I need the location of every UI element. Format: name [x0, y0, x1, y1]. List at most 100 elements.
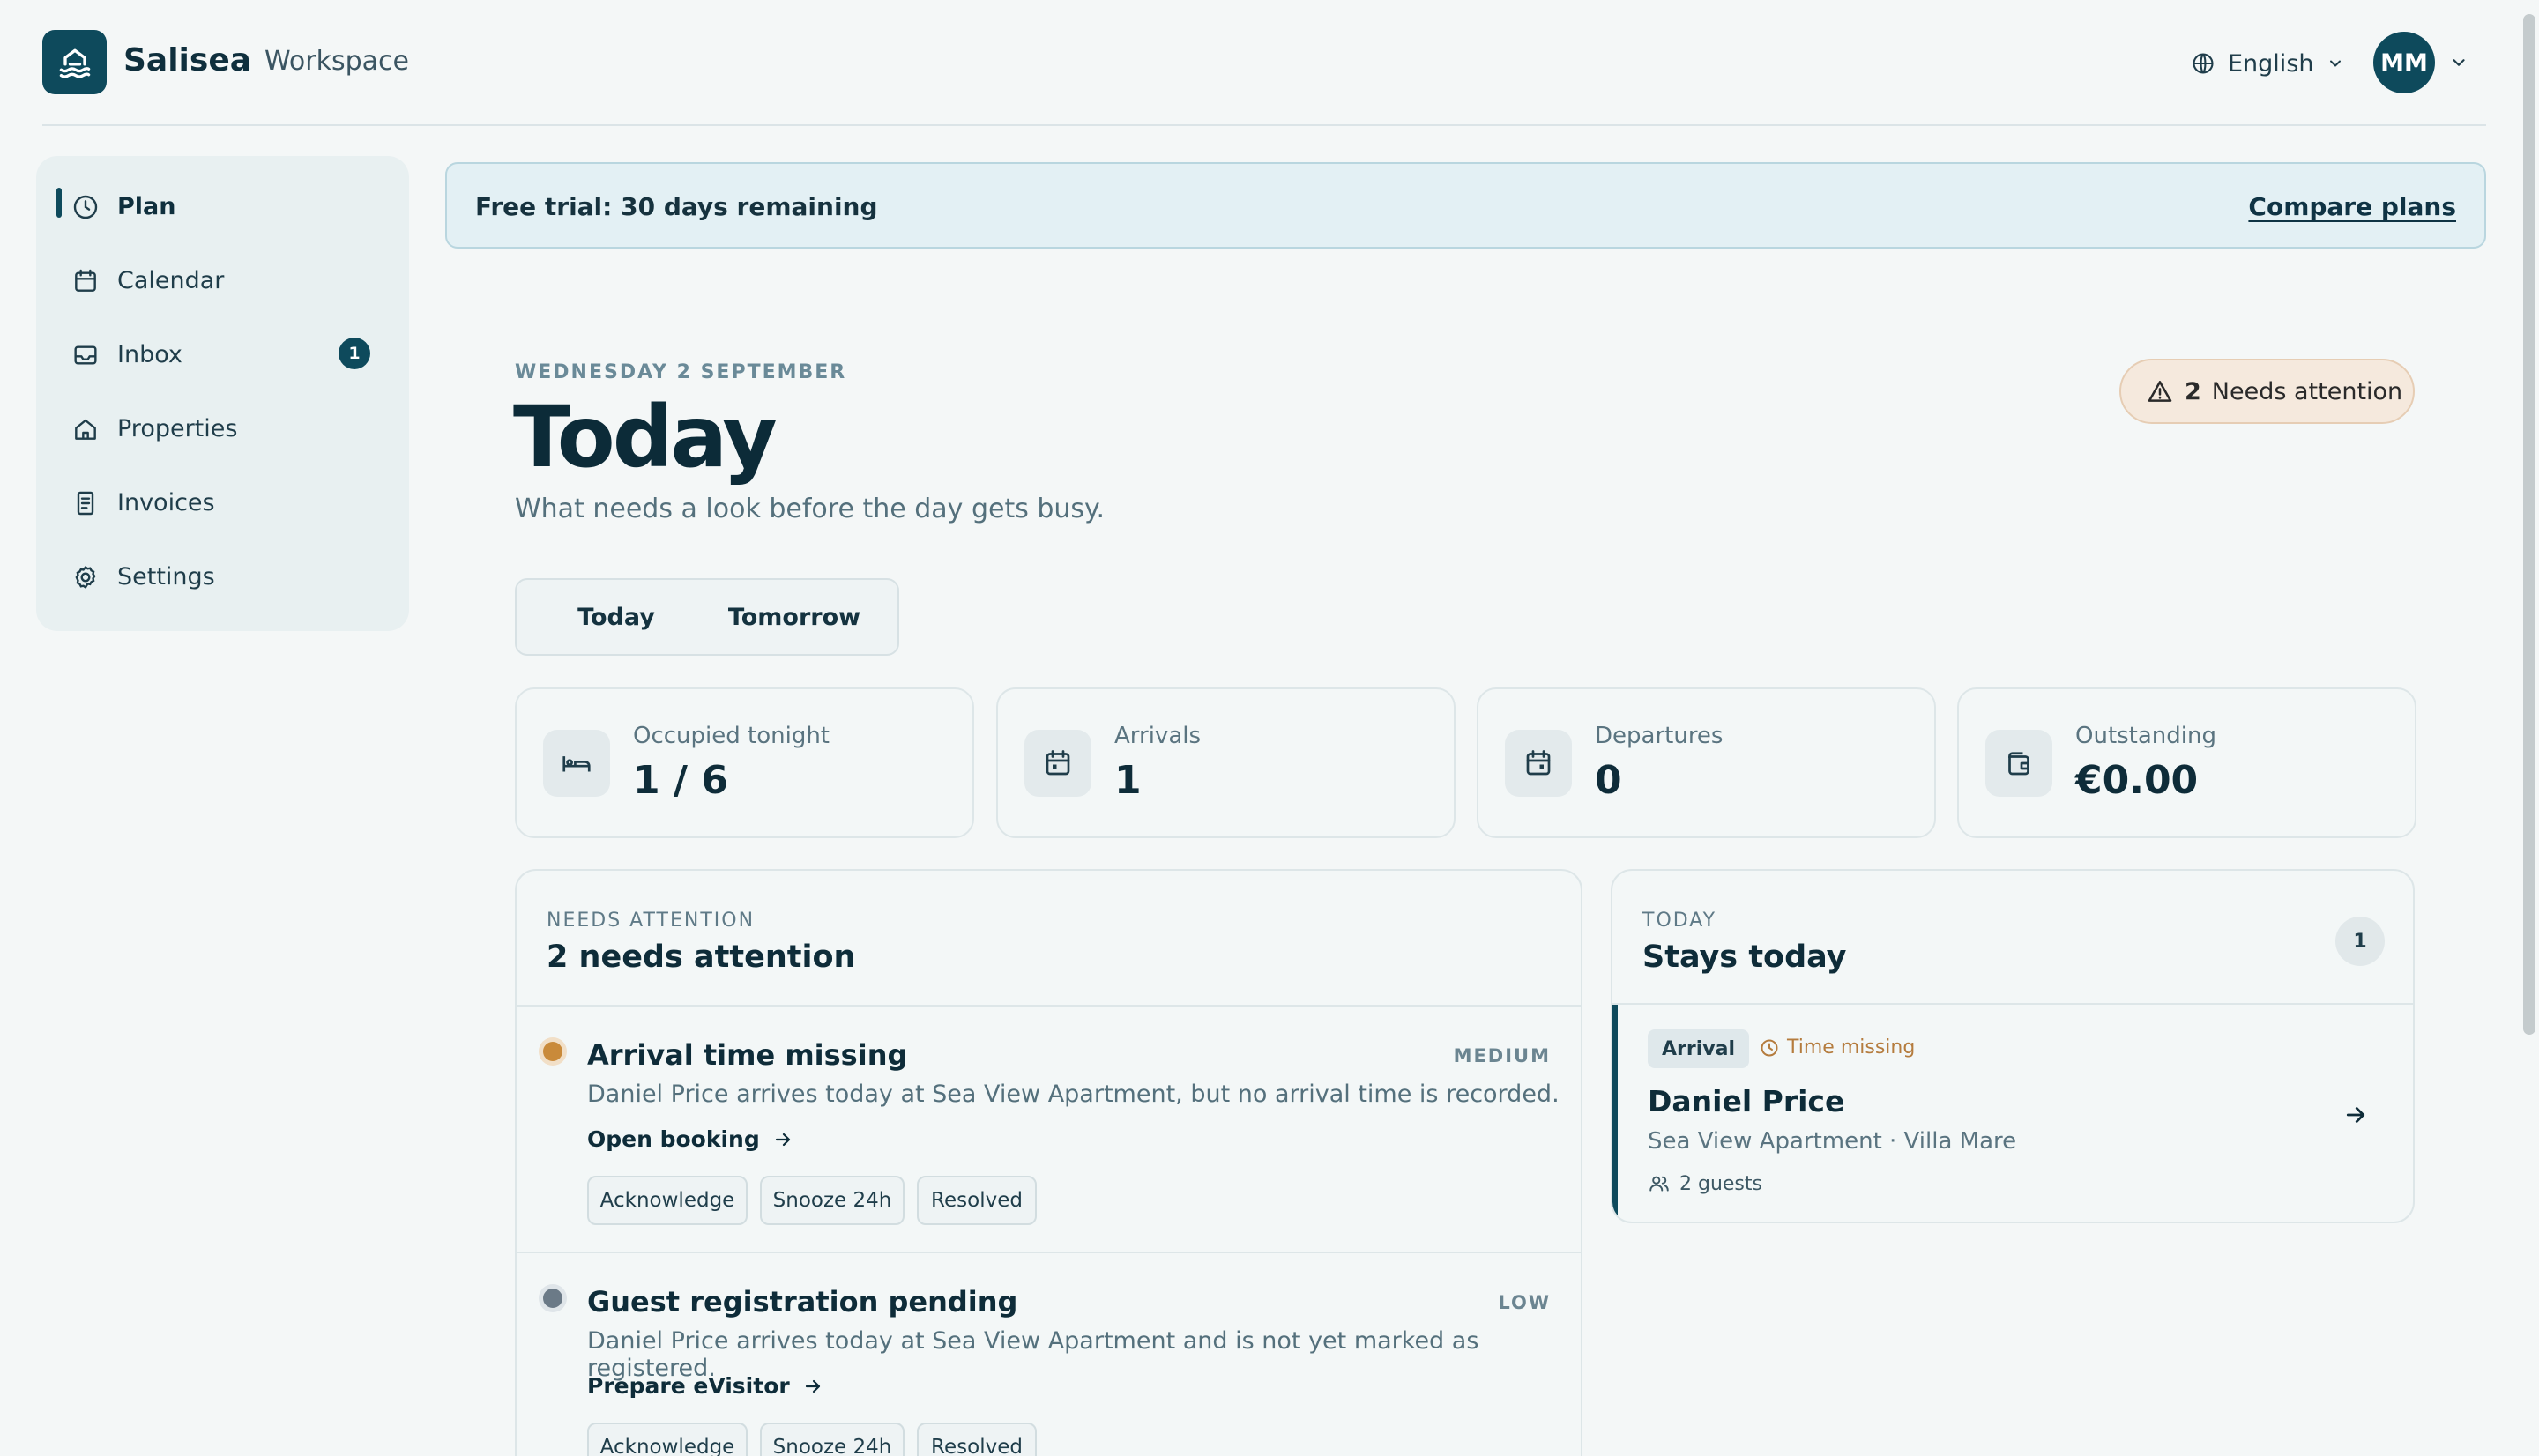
- stat-icon-box: [543, 730, 610, 797]
- stat-card-occupied: Occupied tonight 1 / 6: [515, 687, 974, 838]
- attention-item: Guest registration pending LOW Daniel Pr…: [517, 1253, 1581, 1456]
- trial-banner: Free trial: 30 days remaining Compare pl…: [445, 162, 2486, 249]
- calendar-icon: [75, 269, 96, 292]
- language-selector[interactable]: English: [2191, 46, 2344, 81]
- panel-title: Stays today: [1642, 940, 1847, 975]
- sidebar-item-invoices[interactable]: Invoices: [36, 477, 409, 530]
- clock-icon: [73, 195, 98, 219]
- active-marker: [56, 188, 62, 219]
- priority-dot: [543, 1289, 562, 1308]
- issue-title: Arrival time missing: [587, 1038, 908, 1072]
- issue-description: Daniel Price arrives today at Sea View A…: [587, 1081, 1560, 1108]
- guest-count: 2 guests: [1648, 1172, 1762, 1195]
- arrow-right-icon: [805, 1379, 820, 1393]
- chevron-down-icon[interactable]: [2449, 53, 2468, 72]
- sidebar-item-properties[interactable]: Properties: [36, 403, 409, 456]
- stat-card-arrivals: Arrivals 1: [996, 687, 1456, 838]
- stat-value: 1 / 6: [633, 758, 728, 803]
- globe-icon: [2193, 53, 2214, 74]
- users-icon: [1649, 1176, 1669, 1192]
- prepare-evisitor-link[interactable]: Prepare eVisitor: [587, 1373, 823, 1399]
- home-icon: [75, 419, 96, 440]
- acknowledge-button[interactable]: Acknowledge: [587, 1176, 748, 1225]
- needs-attention-button[interactable]: 2 Needs attention: [2119, 359, 2415, 424]
- link-label: Open booking: [587, 1126, 760, 1152]
- issue-title: Guest registration pending: [587, 1285, 1018, 1319]
- link-label: Prepare eVisitor: [587, 1373, 790, 1399]
- inbox-icon: [74, 345, 97, 365]
- time-missing-warning: Time missing: [1759, 1036, 1915, 1059]
- priority-label: MEDIUM: [1453, 1045, 1551, 1066]
- top-bar: Salisea Workspace English MM: [42, 0, 2486, 126]
- warning-icon: [2148, 381, 2172, 402]
- resolved-button[interactable]: Resolved: [917, 1423, 1037, 1456]
- needs-attention-panel: NEEDS ATTENTION 2 needs attention Arriva…: [515, 869, 1582, 1456]
- stat-value: 0: [1595, 758, 1622, 803]
- brand-name: Salisea: [123, 42, 252, 78]
- tab-tomorrow[interactable]: Tomorrow: [693, 580, 896, 654]
- stat-icon-box: [1024, 730, 1091, 797]
- priority-label: LOW: [1498, 1292, 1551, 1313]
- calendar-icon: [1046, 750, 1070, 776]
- compare-plans-link[interactable]: Compare plans: [2248, 192, 2456, 221]
- sidebar-item-label: Settings: [117, 563, 215, 591]
- stat-card-departures: Departures 0: [1477, 687, 1936, 838]
- sidebar: Plan Calendar Inbox 1 Properties Invoice…: [36, 156, 409, 631]
- stat-icon-box: [1985, 730, 2052, 797]
- arrow-right-icon: [775, 1133, 790, 1146]
- stays-today-panel: TODAY Stays today 1 Arrival Time missing…: [1611, 869, 2415, 1223]
- wallet-icon: [2008, 752, 2029, 776]
- house-wave-icon: [59, 48, 90, 78]
- sidebar-item-label: Inbox: [117, 341, 182, 368]
- bed-icon: [562, 756, 591, 772]
- panel-eyebrow: NEEDS ATTENTION: [547, 910, 756, 932]
- panel-eyebrow: TODAY: [1642, 910, 1717, 932]
- scrollbar[interactable]: [2518, 0, 2539, 1456]
- warning-label: Time missing: [1787, 1036, 1916, 1059]
- stat-label: Departures: [1595, 723, 1724, 749]
- sidebar-item-label: Calendar: [117, 267, 225, 294]
- stat-value: 1: [1114, 758, 1142, 803]
- page-title: Today: [513, 388, 778, 487]
- resolved-button[interactable]: Resolved: [917, 1176, 1037, 1225]
- stay-property: Sea View Apartment · Villa Mare: [1648, 1128, 2017, 1155]
- stay-row[interactable]: Arrival Time missing Daniel Price Sea Vi…: [1612, 1005, 2413, 1216]
- priority-dot: [543, 1042, 562, 1061]
- calendar-icon: [1526, 750, 1551, 776]
- stat-icon-box: [1505, 730, 1572, 797]
- sidebar-item-calendar[interactable]: Calendar: [36, 255, 409, 308]
- sidebar-item-plan[interactable]: Plan: [36, 181, 409, 234]
- workspace-label: Workspace: [264, 46, 409, 77]
- stat-label: Arrivals: [1114, 723, 1202, 749]
- stat-label: Occupied tonight: [633, 723, 830, 749]
- arrival-tag: Arrival: [1648, 1029, 1749, 1068]
- chevron-down-icon: [2329, 60, 2341, 67]
- open-booking-link[interactable]: Open booking: [587, 1126, 793, 1152]
- stat-value: €0.00: [2075, 758, 2199, 803]
- trial-text: Free trial: 30 days remaining: [475, 192, 878, 221]
- attention-label: Needs attention: [2211, 377, 2403, 405]
- tab-today[interactable]: Today: [517, 580, 716, 654]
- receipt-icon: [77, 491, 94, 516]
- scrollbar-thumb[interactable]: [2523, 14, 2535, 1035]
- guest-name: Daniel Price: [1648, 1084, 1845, 1118]
- sidebar-item-label: Plan: [117, 193, 176, 220]
- guest-count-label: 2 guests: [1679, 1172, 1762, 1195]
- stat-label: Outstanding: [2075, 723, 2216, 749]
- sidebar-item-label: Invoices: [117, 489, 215, 516]
- attention-count: 2: [2185, 377, 2201, 405]
- acknowledge-button[interactable]: Acknowledge: [587, 1423, 748, 1456]
- unread-badge: 1: [339, 338, 370, 369]
- attention-item: Arrival time missing MEDIUM Daniel Price…: [517, 1007, 1581, 1253]
- clock-icon: [1761, 1039, 1778, 1056]
- gear-icon: [75, 566, 96, 590]
- logo[interactable]: [42, 30, 107, 94]
- date-label: WEDNESDAY 2 SEPTEMBER: [515, 361, 847, 383]
- snooze-button[interactable]: Snooze 24h: [760, 1423, 905, 1456]
- sidebar-item-settings[interactable]: Settings: [36, 551, 409, 604]
- snooze-button[interactable]: Snooze 24h: [760, 1176, 905, 1225]
- sidebar-item-inbox[interactable]: Inbox 1: [36, 329, 409, 382]
- user-avatar[interactable]: MM: [2373, 32, 2435, 93]
- page-subtitle: What needs a look before the day gets bu…: [515, 494, 1106, 524]
- arrow-right-icon[interactable]: [2342, 1102, 2369, 1128]
